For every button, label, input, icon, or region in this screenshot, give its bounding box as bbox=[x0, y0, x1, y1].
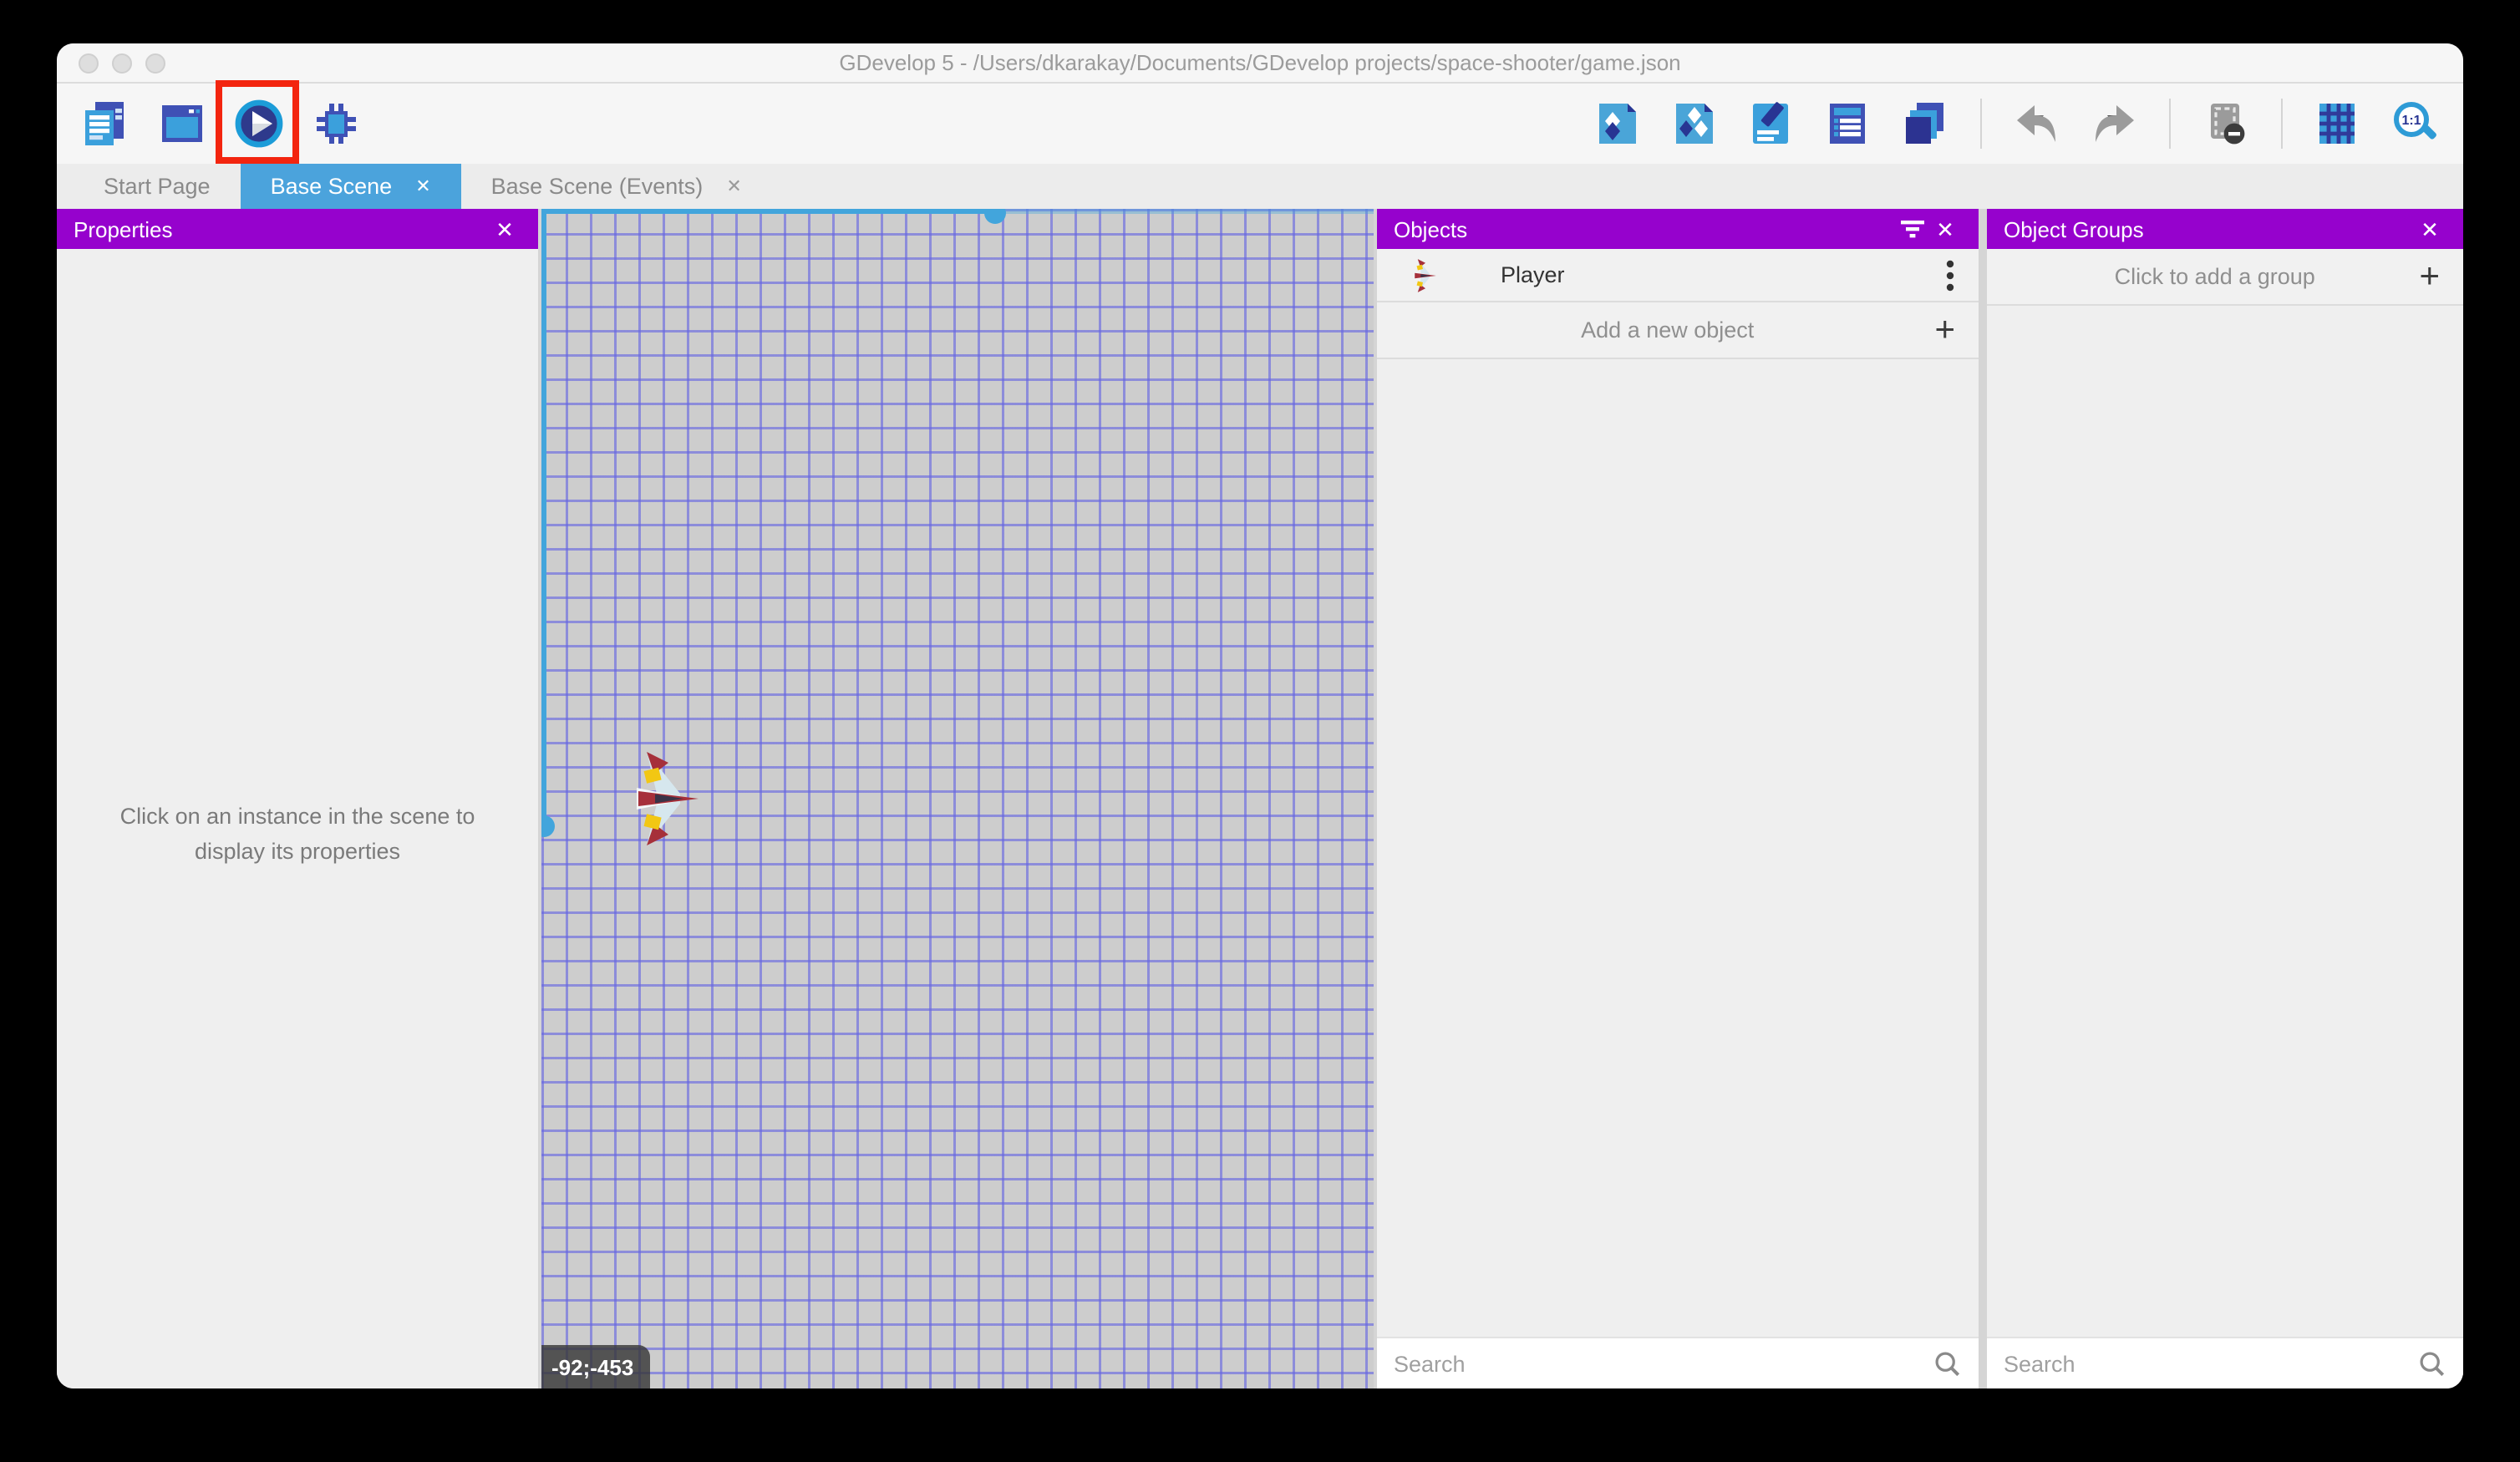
toolbar-separator bbox=[2169, 99, 2171, 149]
minimize-window-button[interactable] bbox=[112, 53, 132, 74]
objects-list-icon bbox=[1823, 99, 1873, 149]
filter-objects-button[interactable] bbox=[1895, 212, 1928, 246]
search-icon bbox=[1932, 1348, 1962, 1378]
close-icon: ✕ bbox=[495, 218, 514, 240]
scene-border-handle-top[interactable] bbox=[984, 209, 1006, 224]
objects-panel-header: Objects ✕ bbox=[1377, 209, 1979, 249]
instances-group-button[interactable] bbox=[1666, 95, 1723, 152]
objects-search-bar bbox=[1377, 1337, 1979, 1388]
scene-window-button[interactable] bbox=[154, 95, 211, 152]
scene-window-border-top-extension bbox=[996, 209, 1374, 214]
layers-icon bbox=[1900, 99, 1950, 149]
mask-preview-button[interactable] bbox=[2197, 95, 2254, 152]
toolbar-right-group: 1:1 bbox=[1589, 95, 2443, 152]
mask-preview-icon bbox=[2201, 99, 2251, 149]
add-new-object-label: Add a new object bbox=[1400, 317, 1934, 343]
player-object-thumbnail bbox=[1407, 256, 1444, 293]
close-window-button[interactable] bbox=[79, 53, 99, 74]
cursor-coordinates-badge: -92;-453 bbox=[541, 1345, 650, 1388]
close-object-groups-button[interactable]: ✕ bbox=[2413, 212, 2446, 246]
tab-label: Base Scene bbox=[271, 174, 393, 199]
redo-icon bbox=[2089, 99, 2139, 149]
object-row-player[interactable]: Player bbox=[1377, 249, 1979, 302]
layers-button[interactable] bbox=[1897, 95, 1954, 152]
object-groups-panel-header: Object Groups ✕ bbox=[1987, 209, 2463, 249]
object-menu-kebab-icon[interactable] bbox=[1945, 258, 1955, 292]
add-group-row[interactable]: Click to add a group + bbox=[1987, 249, 2463, 306]
tab-close-icon[interactable]: ✕ bbox=[726, 175, 741, 197]
close-objects-button[interactable]: ✕ bbox=[1928, 212, 1962, 246]
properties-panel-body: Click on an instance in the scene to dis… bbox=[57, 249, 538, 1388]
instances-group-icon bbox=[1669, 99, 1720, 149]
title-bar: GDevelop 5 - /Users/dkarakay/Documents/G… bbox=[57, 43, 2463, 84]
scene-window-border-left bbox=[541, 209, 546, 827]
objects-panel: Objects ✕ bbox=[1377, 209, 1979, 1388]
object-groups-search-input[interactable] bbox=[2004, 1351, 2416, 1376]
objects-list-button[interactable] bbox=[1820, 95, 1877, 152]
svg-text:1:1: 1:1 bbox=[2401, 114, 2421, 128]
objects-panel-title: Objects bbox=[1394, 216, 1467, 241]
add-new-object-row[interactable]: Add a new object + bbox=[1377, 302, 1979, 359]
workspace: Properties ✕ Click on an instance in the… bbox=[57, 209, 2463, 1388]
properties-panel-title: Properties bbox=[74, 216, 173, 241]
instance-button[interactable] bbox=[1589, 95, 1646, 152]
project-manager-button[interactable] bbox=[77, 95, 134, 152]
tab-base-scene[interactable]: Base Scene ✕ bbox=[241, 164, 461, 209]
edit-properties-button[interactable] bbox=[1743, 95, 1800, 152]
scene-border-handle-left[interactable] bbox=[541, 815, 555, 837]
close-icon: ✕ bbox=[1936, 218, 1954, 240]
plus-icon: + bbox=[1934, 312, 1955, 348]
main-toolbar: 1:1 bbox=[57, 84, 2463, 164]
object-groups-search-bar bbox=[1987, 1337, 2463, 1388]
zoom-one-to-one-icon: 1:1 bbox=[2390, 99, 2440, 149]
objects-panel-body bbox=[1377, 359, 1979, 1337]
close-icon: ✕ bbox=[2421, 218, 2439, 240]
object-groups-panel: Object Groups ✕ Click to add a group + bbox=[1987, 209, 2463, 1388]
project-manager-icon bbox=[80, 99, 130, 149]
instance-icon bbox=[1593, 99, 1643, 149]
tab-base-scene-events[interactable]: Base Scene (Events) ✕ bbox=[461, 164, 772, 209]
edit-properties-icon bbox=[1746, 99, 1796, 149]
grid-toggle-button[interactable] bbox=[2309, 95, 2366, 152]
player-spaceship-sprite[interactable] bbox=[632, 747, 705, 850]
filter-icon bbox=[1899, 219, 1924, 239]
properties-panel: Properties ✕ Click on an instance in the… bbox=[57, 209, 538, 1388]
traffic-lights bbox=[79, 53, 165, 74]
toolbar-separator bbox=[1980, 99, 1982, 149]
undo-icon bbox=[2012, 99, 2062, 149]
zoom-window-button[interactable] bbox=[145, 53, 165, 74]
search-icon bbox=[2416, 1348, 2446, 1378]
tab-label: Start Page bbox=[104, 174, 211, 199]
toolbar-separator bbox=[2281, 99, 2283, 149]
object-groups-panel-title: Object Groups bbox=[2004, 216, 2144, 241]
window-title: GDevelop 5 - /Users/dkarakay/Documents/G… bbox=[839, 50, 1680, 75]
object-name: Player bbox=[1501, 262, 1945, 287]
tab-label: Base Scene (Events) bbox=[491, 174, 704, 199]
tab-start-page[interactable]: Start Page bbox=[74, 164, 241, 209]
undo-button[interactable] bbox=[2009, 95, 2065, 152]
grid-toggle-icon bbox=[2313, 99, 2363, 149]
editor-tab-bar: Start Page Base Scene ✕ Base Scene (Even… bbox=[57, 164, 2463, 209]
play-preview-button[interactable] bbox=[231, 95, 287, 152]
add-group-label: Click to add a group bbox=[2010, 264, 2419, 289]
scene-window-border-top bbox=[541, 209, 996, 214]
objects-search-input[interactable] bbox=[1394, 1351, 1932, 1376]
tab-close-icon[interactable]: ✕ bbox=[415, 175, 430, 197]
debug-icon bbox=[311, 99, 361, 149]
toolbar-left-group bbox=[77, 95, 364, 152]
properties-panel-header: Properties ✕ bbox=[57, 209, 538, 249]
debug-button[interactable] bbox=[307, 95, 364, 152]
gdevelop-window: GDevelop 5 - /Users/dkarakay/Documents/G… bbox=[57, 43, 2463, 1388]
play-preview-icon bbox=[232, 97, 286, 150]
scene-window-icon bbox=[157, 99, 207, 149]
redo-button[interactable] bbox=[2086, 95, 2142, 152]
properties-empty-message: Click on an instance in the scene to dis… bbox=[57, 800, 538, 871]
close-properties-button[interactable]: ✕ bbox=[488, 212, 521, 246]
zoom-one-to-one-button[interactable]: 1:1 bbox=[2386, 95, 2443, 152]
object-groups-panel-body bbox=[1987, 306, 2463, 1337]
plus-icon: + bbox=[2419, 259, 2440, 294]
scene-editor-canvas[interactable]: -92;-453 bbox=[541, 209, 1374, 1388]
